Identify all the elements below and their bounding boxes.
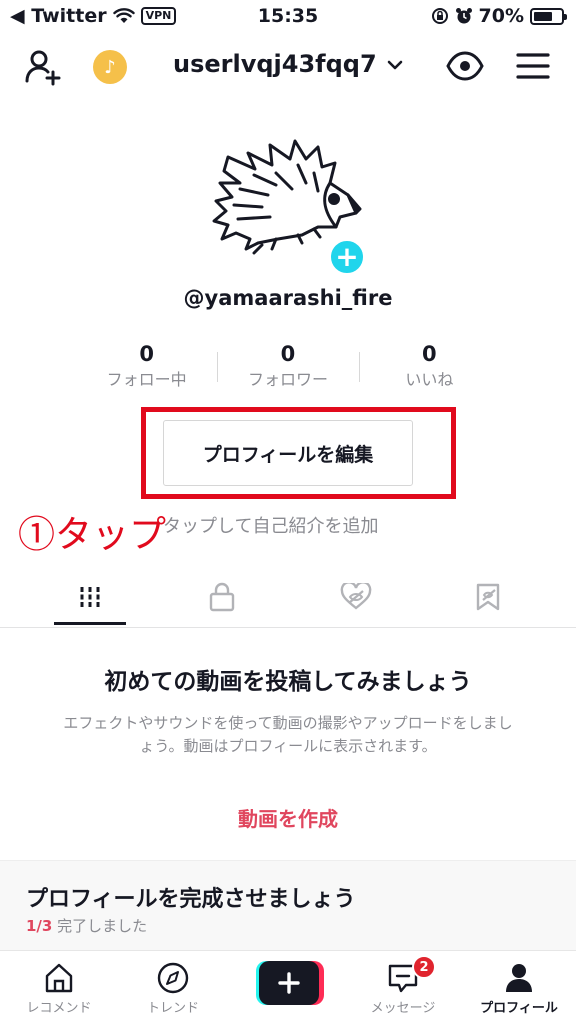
likes-count: 0 [422, 342, 437, 366]
add-avatar-button[interactable]: + [328, 238, 366, 276]
following-count: 0 [139, 342, 154, 366]
home-icon [45, 963, 73, 993]
stat-followers[interactable]: 0 フォロワー [217, 340, 358, 396]
followers-label: フォロワー [247, 370, 328, 389]
tab-private[interactable] [186, 566, 258, 627]
plus-icon: + [335, 240, 359, 273]
tab-liked[interactable] [320, 566, 392, 627]
complete-profile-card[interactable]: プロフィールを完成させましょう 1/3 完了しました [0, 860, 576, 950]
message-count-badge: 2 [412, 955, 436, 979]
nav-label-messages: メッセージ [370, 1001, 436, 1016]
create-plus-icon [278, 972, 300, 994]
content-tabs [0, 566, 576, 628]
create-button-face [259, 961, 319, 1005]
nav-recommend[interactable]: レコメンド [4, 951, 114, 1024]
nav-label-recommend: レコメンド [26, 1001, 92, 1016]
likes-label: いいね [405, 370, 454, 389]
battery-icon [530, 7, 567, 25]
profile-icon [506, 964, 532, 992]
add-bio-prompt[interactable]: タップして自己紹介を追加 [163, 512, 378, 538]
tab-videos[interactable] [54, 566, 126, 627]
status-bar: ◀ Twitter VPN 15:35 70% [0, 0, 576, 34]
stat-likes[interactable]: 0 いいね [358, 340, 500, 396]
nav-trend[interactable]: トレンド [118, 951, 228, 1024]
liked-hidden-icon [340, 582, 372, 610]
progress-text: 完了しました [52, 917, 148, 935]
complete-profile-progress: 1/3 完了しました [26, 915, 147, 936]
account-switcher[interactable]: userlvqj43fqq7 [0, 50, 576, 78]
tab-saved[interactable] [452, 566, 524, 627]
complete-profile-title: プロフィールを完成させましょう [26, 887, 356, 912]
alarm-icon [455, 8, 472, 24]
profile-handle: @yamaarashi_fire [183, 286, 393, 310]
saved-hidden-icon [476, 583, 500, 610]
empty-state-description: エフェクトやサウンドを使って動画の撮影やアップロードをしましょう。動画はプロフィ… [63, 714, 513, 755]
chevron-down-icon [387, 60, 403, 70]
compass-icon [157, 962, 189, 994]
edit-profile-button[interactable]: プロフィールを編集 [163, 420, 413, 486]
following-label: フォロー中 [106, 370, 187, 389]
battery-level [534, 11, 553, 21]
nav-create-button[interactable] [256, 961, 324, 1005]
eye-icon [446, 51, 484, 81]
nav-label-trend: トレンド [146, 1001, 199, 1016]
status-right: 70% [431, 5, 567, 27]
profile-stats: 0 フォロー中 0 フォロワー 0 いいね [76, 340, 500, 396]
nav-messages[interactable]: メッセージ [348, 951, 458, 1024]
battery-percent: 70% [478, 5, 524, 27]
nav-profile[interactable]: プロフィール [464, 951, 574, 1024]
username: userlvqj43fqq7 [172, 50, 377, 78]
profile-header: ♪ userlvqj43fqq7 [0, 40, 576, 92]
empty-state-title: 初めての動画を投稿してみましょう [104, 669, 472, 695]
profile-views-button[interactable] [446, 50, 484, 86]
menu-button[interactable] [516, 52, 550, 84]
stat-following[interactable]: 0 フォロー中 [76, 340, 217, 396]
create-video-link[interactable]: 動画を作成 [0, 803, 576, 832]
hamburger-menu-icon [516, 53, 550, 79]
rotation-lock-icon [431, 8, 448, 24]
nav-label-profile: プロフィール [480, 1001, 558, 1016]
videos-grid-icon [80, 586, 100, 607]
lock-icon [209, 582, 235, 611]
followers-count: 0 [280, 342, 296, 366]
progress-fraction: 1/3 [26, 917, 53, 935]
bottom-nav: レコメンド トレンド メッセージ 2 プロフィール [0, 950, 576, 1024]
tap-annotation: ①タップ [18, 513, 166, 556]
active-tab-indicator [54, 622, 126, 625]
